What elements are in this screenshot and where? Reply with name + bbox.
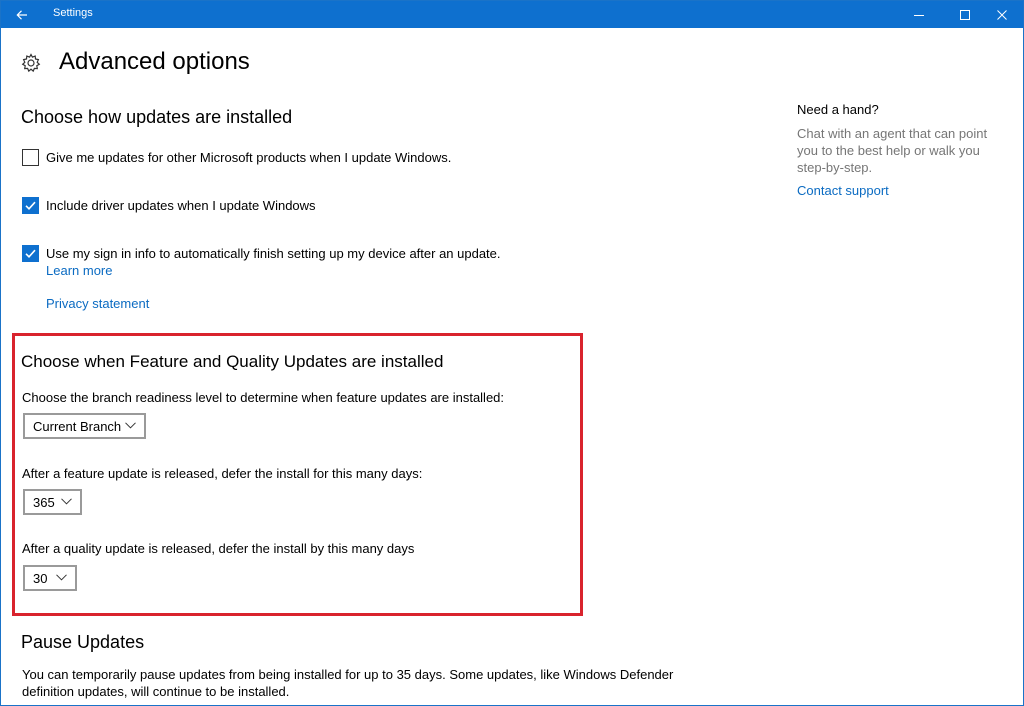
install-section-heading: Choose how updates are installed [21,107,293,127]
branch-label: Choose the branch readiness level to det… [22,390,505,405]
close-icon [997,9,1007,20]
driver-updates-label[interactable]: Include driver updates when I update Win… [46,198,316,213]
back-button[interactable] [1,1,43,28]
chevron-down-icon [61,498,72,505]
checkmark-icon [25,201,36,210]
chevron-down-icon [56,574,67,581]
quality-defer-value: 30 [33,570,48,586]
other-products-label[interactable]: Give me updates for other Microsoft prod… [46,150,451,165]
checkmark-icon [25,249,36,258]
gear-icon [21,53,41,73]
pause-description-line1: You can temporarily pause updates from b… [22,667,674,682]
learn-more-link[interactable]: Learn more [46,263,112,278]
page-title: Advanced options [59,48,250,75]
feature-defer-value: 365 [33,494,55,510]
minimize-button[interactable] [896,1,942,28]
feature-defer-label: After a feature update is released, defe… [22,466,423,481]
feature-defer-dropdown[interactable]: 365 [23,489,82,515]
privacy-statement-link[interactable]: Privacy statement [46,296,149,311]
contact-support-link[interactable]: Contact support [797,183,889,198]
help-description: Chat with an agent that can point you to… [797,126,988,175]
other-products-checkbox[interactable] [22,149,39,166]
close-button[interactable] [979,1,1023,28]
maximize-icon [960,9,970,20]
minimize-icon [914,14,924,16]
pause-updates-heading: Pause Updates [21,632,145,652]
sign-in-info-label[interactable]: Use my sign in info to automatically fin… [46,246,501,261]
chevron-down-icon [125,422,136,429]
quality-defer-label: After a quality update is released, defe… [22,541,415,556]
feature-quality-heading: Choose when Feature and Quality Updates … [21,352,444,371]
sign-in-info-checkbox[interactable] [22,245,39,262]
driver-updates-checkbox[interactable] [22,197,39,214]
title-bar: Settings [1,1,1023,28]
pause-description-line2: definition updates, will continue to be … [22,684,290,699]
quality-defer-dropdown[interactable]: 30 [23,565,77,591]
window-title: Settings [53,7,93,19]
help-title: Need a hand? [797,102,879,117]
branch-dropdown[interactable]: Current Branch [23,413,146,439]
settings-window: Settings Advanced options Choose how upd… [0,0,1024,706]
back-arrow-icon [16,9,27,20]
branch-dropdown-value: Current Branch [33,418,122,434]
